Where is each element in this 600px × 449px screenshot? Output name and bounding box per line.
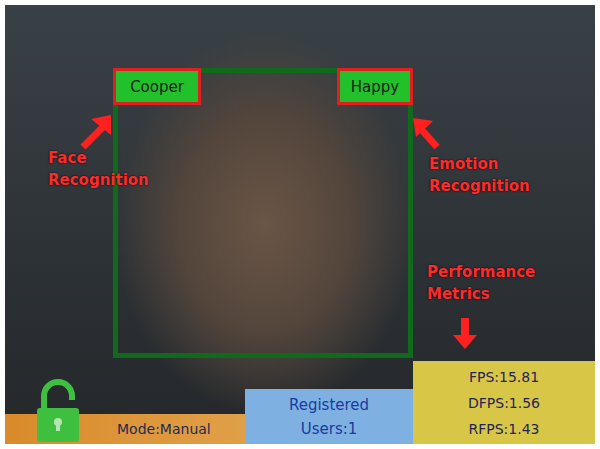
metrics-arrow-icon <box>453 318 477 349</box>
annotation-label: Performance Metrics <box>427 261 567 305</box>
camera-view: Cooper Happy Face Recognition Emotion Recog… <box>5 5 595 444</box>
status-bar: Mode:Manual Registered Users:1 FPS:15.81DF… <box>5 361 595 444</box>
registered-users-panel: Registered Users:1 <box>245 389 413 444</box>
annotation-label: Face Recognition <box>48 147 168 191</box>
screenshot: Cooper Happy Face Recognition Emotion Recog… <box>0 0 600 449</box>
metrics-panel: FPS:15.81DFPS:1.56RFPS:1.43 <box>413 361 595 444</box>
mode-text: Mode:Manual <box>117 421 211 437</box>
emotion-arrow-icon <box>413 118 437 147</box>
registered-users-text: Registered Users:1 <box>274 393 384 441</box>
metric-row: RFPS:1.43 <box>469 416 540 442</box>
metric-row: FPS:15.81 <box>469 364 539 390</box>
face-arrow-icon <box>83 115 111 147</box>
face-name-label: Cooper <box>113 68 201 105</box>
unlocked-lock-icon[interactable] <box>35 378 81 444</box>
annotation-label: Emotion Recognition <box>429 153 549 197</box>
face-box <box>113 68 413 358</box>
metric-row: DFPS:1.56 <box>468 390 540 416</box>
emotion-label: Happy <box>337 68 413 105</box>
